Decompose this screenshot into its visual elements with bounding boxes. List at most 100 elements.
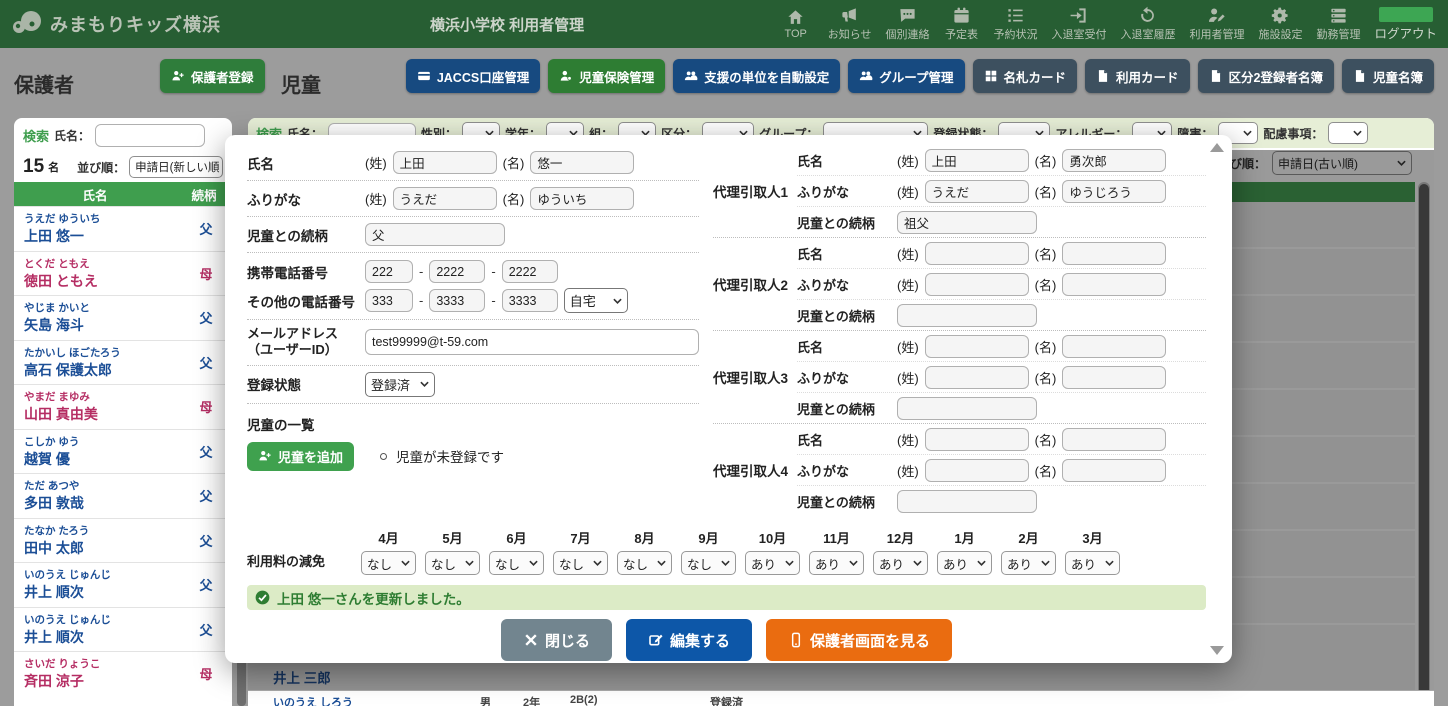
phone-type-select[interactable]: 自宅	[563, 288, 628, 313]
guardian-row[interactable]: いのうえ じゅんじ 井上 順次 父	[14, 606, 232, 652]
discount-select-mar[interactable]: あり	[1065, 551, 1120, 575]
discount-select-apr[interactable]: なし	[361, 551, 416, 575]
view-guardian-screen-button[interactable]: 保護者画面を見る	[766, 619, 953, 661]
discount-select-feb[interactable]: あり	[1001, 551, 1056, 575]
nav-news[interactable]: お知らせ	[823, 0, 877, 48]
add-child-button[interactable]: 児童を追加	[247, 441, 355, 471]
proxy-pickers-column: 代理引取人1 氏名 (姓) (名) ふりがな (姓) (名)	[713, 145, 1206, 516]
proxy4-sei-input[interactable]	[924, 427, 1029, 451]
name-tag-card-button[interactable]: 名札カード	[972, 59, 1078, 93]
nav-top[interactable]: TOP	[773, 0, 819, 48]
discount-select-may[interactable]: なし	[425, 551, 480, 575]
guardian-row[interactable]: こしか ゆう 越賀 優 父	[14, 428, 232, 474]
proxy2-kana-mei-input[interactable]	[1062, 272, 1167, 296]
chevron-down-icon	[1353, 130, 1363, 136]
page-title: 横浜小学校 利用者管理	[430, 17, 585, 34]
guardian-mei-input[interactable]	[530, 151, 635, 174]
proxy1-relation-input[interactable]	[897, 210, 1037, 234]
discount-select-aug[interactable]: なし	[617, 551, 672, 575]
guardian-row[interactable]: とくだ ともえ 徳田 ともえ 母	[14, 250, 232, 296]
discount-select-oct[interactable]: あり	[745, 551, 800, 575]
close-button[interactable]: 閉じる	[500, 619, 612, 661]
guardians-sort-select[interactable]: 申請日(新しい順	[129, 156, 223, 178]
guardian-name-search-input[interactable]	[95, 123, 206, 147]
children-roster-button[interactable]: 児童名簿	[1341, 59, 1434, 93]
proxy4-mei-input[interactable]	[1062, 427, 1167, 451]
proxy3-mei-input[interactable]	[1062, 334, 1167, 358]
nav-user-management[interactable]: 利用者管理	[1184, 0, 1249, 48]
registration-status-select[interactable]: 登録済	[365, 371, 435, 397]
guardian-row[interactable]: たかいし ほごたろう 高石 保護太郎 父	[14, 339, 232, 385]
month-column: 2月 あり	[1001, 528, 1056, 575]
guardian-sei-input[interactable]	[392, 151, 497, 174]
bullet-icon	[380, 452, 388, 460]
other-phone-2-input[interactable]	[429, 289, 486, 312]
no-children-note: 児童が未登録です	[380, 446, 504, 466]
proxy1-kana-mei-input[interactable]	[1062, 179, 1167, 203]
guardian-row[interactable]: いのうえ じゅんじ 井上 順次 父	[14, 562, 232, 607]
nav-schedule[interactable]: 予定表	[938, 0, 984, 48]
guardian-row[interactable]: やじま かいと 矢島 海斗 父	[14, 295, 232, 340]
nav-work-management[interactable]: 勤務管理	[1311, 0, 1365, 48]
proxy3-kana-mei-input[interactable]	[1062, 365, 1167, 389]
group-management-button[interactable]: グループ管理	[848, 59, 965, 93]
nav-facility-settings[interactable]: 施設設定	[1253, 0, 1307, 48]
proxy2-relation-input[interactable]	[897, 303, 1037, 327]
mobile-phone-3-input[interactable]	[501, 260, 558, 283]
gear-icon	[1271, 7, 1288, 24]
logout-button[interactable]: ログアウト	[1369, 0, 1442, 48]
scroll-up-icon[interactable]	[1210, 143, 1224, 152]
guardian-info-column: 氏名 (姓) (名) ふりがな (姓) (名) 児童との続柄 携帯電話番号 -	[247, 145, 699, 516]
guardian-kana-mei-input[interactable]	[530, 187, 635, 210]
proxy3-kana-sei-input[interactable]	[924, 365, 1029, 389]
guardian-row[interactable]: たなか たろう 田中 太郎 父	[14, 517, 232, 563]
proxy2-mei-input[interactable]	[1062, 241, 1167, 265]
nav-checkin[interactable]: 入退室受付	[1046, 0, 1111, 48]
proxy4-relation-input[interactable]	[897, 489, 1037, 513]
discount-select-jul[interactable]: なし	[553, 551, 608, 575]
consideration-filter-select[interactable]	[1328, 122, 1369, 144]
chevron-down-icon	[785, 560, 794, 566]
proxy4-kana-mei-input[interactable]	[1062, 458, 1167, 482]
mobile-phone-1-input[interactable]	[365, 260, 413, 283]
nav-history[interactable]: 入退室履歴	[1115, 0, 1180, 48]
discount-select-jun[interactable]: なし	[489, 551, 544, 575]
child-insurance-button[interactable]: 児童保険管理	[548, 59, 666, 93]
proxy1-sei-input[interactable]	[924, 148, 1029, 172]
nav-reservations[interactable]: 予約状況	[988, 0, 1042, 48]
nav-messages[interactable]: 個別連絡	[880, 0, 934, 48]
child-row[interactable]: いのうえ しろう 男 2年 2B(2) 登録済	[248, 690, 1434, 706]
discount-select-jan[interactable]: あり	[937, 551, 992, 575]
edit-button[interactable]: 編集する	[625, 619, 752, 661]
chevron-down-icon	[401, 560, 410, 566]
auto-support-unit-button[interactable]: 支援の単位を自動設定	[673, 59, 841, 93]
other-phone-1-input[interactable]	[365, 289, 413, 312]
chevron-down-icon	[977, 560, 986, 566]
proxy2-sei-input[interactable]	[924, 241, 1029, 265]
guardian-row[interactable]: やまだ まゆみ 山田 真由美 母	[14, 384, 232, 429]
register-guardian-button[interactable]: 保護者登録	[160, 59, 265, 93]
guardian-kana-sei-input[interactable]	[392, 187, 497, 210]
mobile-phone-2-input[interactable]	[429, 260, 486, 283]
usage-card-button[interactable]: 利用カード	[1085, 59, 1190, 93]
other-phone-3-input[interactable]	[501, 289, 558, 312]
guardian-row[interactable]: うえだ ゆういち 上田 悠一 父	[14, 206, 232, 251]
proxy3-sei-input[interactable]	[924, 334, 1029, 358]
proxy3-relation-input[interactable]	[897, 396, 1037, 420]
guardian-relation-input[interactable]	[365, 223, 505, 246]
proxy1-mei-input[interactable]	[1062, 148, 1167, 172]
discount-select-sep[interactable]: なし	[681, 551, 736, 575]
category2-roster-button[interactable]: 区分2登録者名簿	[1197, 59, 1334, 93]
person-plus-icon	[259, 450, 271, 461]
proxy2-kana-sei-input[interactable]	[924, 272, 1029, 296]
email-input[interactable]	[365, 329, 699, 356]
children-heading: 児童	[281, 75, 321, 97]
discount-select-nov[interactable]: あり	[809, 551, 864, 575]
guardian-row[interactable]: さいだ りょうこ 斉田 涼子 母	[14, 651, 232, 696]
scroll-down-icon[interactable]	[1210, 646, 1224, 655]
guardian-row[interactable]: ただ あつや 多田 敦哉 父	[14, 473, 232, 518]
proxy4-kana-sei-input[interactable]	[924, 458, 1029, 482]
proxy1-kana-sei-input[interactable]	[924, 179, 1029, 203]
discount-select-dec[interactable]: あり	[873, 551, 928, 575]
jaccs-account-button[interactable]: JACCS口座管理	[405, 59, 541, 93]
